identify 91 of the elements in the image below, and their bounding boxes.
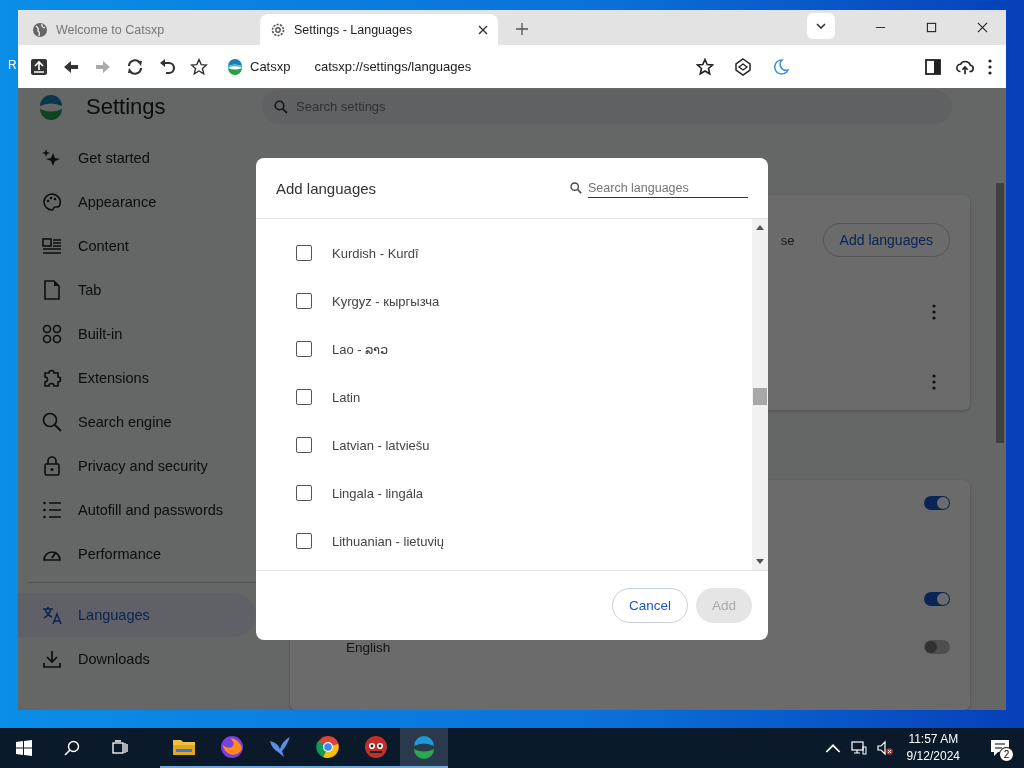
settings-title: Settings: [86, 93, 167, 120]
language-name: Latvian - latviešu: [332, 437, 430, 453]
sidebar-item[interactable]: Get started: [18, 136, 270, 180]
download-icon: [42, 649, 62, 669]
language-label: English: [346, 639, 391, 655]
checkbox[interactable]: [296, 533, 312, 549]
lock-icon: [42, 456, 62, 476]
sidebar-item[interactable]: Extensions: [18, 356, 270, 400]
search-icon: [42, 412, 62, 432]
menu-icon[interactable]: [988, 58, 992, 75]
search-icon: [570, 182, 582, 194]
cube-icon[interactable]: [734, 57, 752, 76]
more-options-icon[interactable]: [932, 374, 936, 390]
sidebar-item[interactable]: Appearance: [18, 180, 270, 224]
content-icon: [42, 236, 62, 256]
checkbox[interactable]: [296, 341, 312, 357]
catsxp-logo-icon: [38, 93, 64, 120]
close-tab-icon[interactable]: [478, 24, 488, 35]
gear-icon: [270, 21, 286, 38]
globe-icon: [32, 21, 48, 38]
checkbox[interactable]: [296, 245, 312, 261]
star-icon[interactable]: [190, 57, 208, 76]
language-name: Kyrgyz - кыргызча: [332, 293, 440, 309]
scrollbar-thumb[interactable]: [753, 388, 767, 405]
scroll-up-icon[interactable]: [756, 225, 764, 230]
language-name: Latin: [332, 389, 361, 405]
task-view-icon[interactable]: [112, 740, 128, 756]
browser-tab[interactable]: Welcome to Catsxp: [22, 14, 260, 45]
page-icon: [42, 280, 62, 300]
toggle-switch[interactable]: [924, 496, 950, 510]
scrollbar-thumb[interactable]: [996, 183, 1004, 443]
language-name: Lithuanian - lietuvių: [332, 533, 445, 549]
bird-app-icon: [268, 735, 292, 759]
search-icon: [274, 99, 288, 114]
undo-icon[interactable]: [158, 57, 176, 76]
chevron-down-icon: [816, 23, 826, 29]
taskbar-app-button[interactable]: [400, 728, 448, 768]
checkbox[interactable]: [296, 293, 312, 309]
language-name: Kurdish - Kurdî: [332, 245, 419, 261]
scrollbar[interactable]: [752, 219, 768, 570]
checkbox[interactable]: [296, 389, 312, 405]
palette-icon: [42, 192, 62, 212]
chrome-app-icon: [316, 735, 340, 759]
dialog-title: Add languages: [276, 179, 377, 197]
checkbox[interactable]: [296, 485, 312, 501]
star-icon[interactable]: [696, 57, 714, 76]
sidebar-item[interactable]: Search engine: [18, 400, 270, 444]
clock-time[interactable]: 11:57 AM: [908, 731, 959, 748]
language-name: Lao - ລາວ: [332, 341, 389, 357]
maximize-icon[interactable]: [926, 22, 937, 33]
add-languages-button[interactable]: Add languages: [822, 223, 950, 257]
search-icon[interactable]: [64, 740, 80, 756]
sidebar-item[interactable]: Autofill and passwords: [18, 488, 270, 532]
network-icon[interactable]: [850, 740, 867, 756]
upload-tray-icon[interactable]: [30, 57, 48, 76]
language-name: Lingala - lingála: [332, 485, 424, 501]
browser-tab[interactable]: Settings - Languages: [260, 14, 498, 45]
more-options-icon[interactable]: [932, 304, 936, 320]
close-icon[interactable]: [977, 22, 988, 33]
sidebar-item[interactable]: Tab: [18, 268, 270, 312]
list-icon: [42, 500, 62, 520]
sidebar-item[interactable]: Built-in: [18, 312, 270, 356]
translate-icon: [42, 605, 62, 625]
notification-count: 2: [999, 747, 1014, 762]
puzzle-icon: [42, 368, 62, 388]
description-text: se: [780, 232, 795, 248]
moon-icon[interactable]: [772, 57, 790, 76]
sidebar-item[interactable]: Downloads: [18, 637, 270, 681]
url-text: catsxp://settings/languages: [314, 59, 472, 74]
scroll-down-icon[interactable]: [756, 559, 764, 564]
new-tab-icon[interactable]: [516, 23, 528, 35]
clock-date[interactable]: 9/12/2024: [906, 748, 960, 765]
reload-icon[interactable]: [126, 57, 144, 76]
catsxp-app-icon: [412, 735, 436, 759]
checkbox[interactable]: [296, 437, 312, 453]
desktop-icon-label: R: [8, 58, 17, 72]
grid-icon: [42, 324, 62, 344]
sidebar-item[interactable]: Privacy and security: [18, 444, 270, 488]
sparkle-icon: [42, 148, 62, 168]
sidebar-icon[interactable]: [924, 57, 942, 76]
site-name: Catsxp: [250, 59, 291, 74]
tab-list-button[interactable]: [807, 13, 835, 39]
toggle-switch[interactable]: [924, 592, 950, 606]
cancel-button[interactable]: Cancel: [611, 588, 688, 623]
sidebar-item[interactable]: Performance: [18, 532, 270, 576]
sidebar-item[interactable]: Languages: [18, 593, 256, 637]
volume-muted-icon[interactable]: [876, 740, 893, 756]
toggle-switch[interactable]: [924, 640, 950, 654]
sidebar-item[interactable]: Content: [18, 224, 270, 268]
windows-start-icon[interactable]: [16, 740, 32, 756]
catsxp-logo-icon: [226, 57, 244, 76]
